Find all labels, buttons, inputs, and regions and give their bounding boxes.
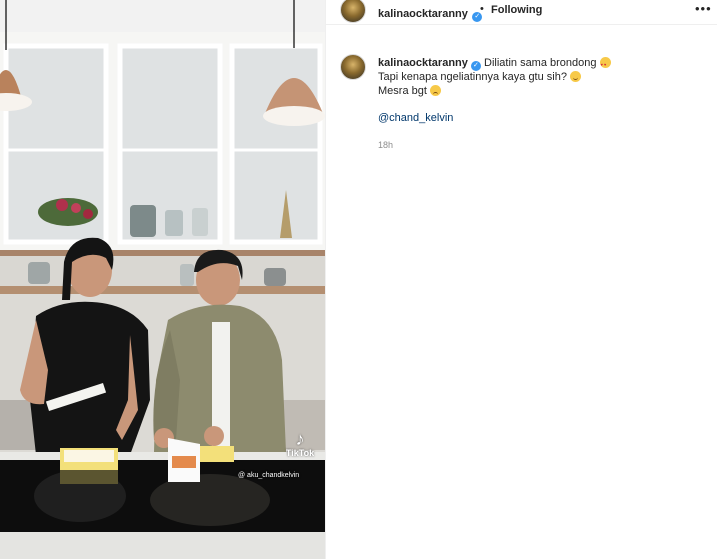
tiktok-note-icon: ♪ — [295, 429, 305, 449]
post-header: kalinaocktaranny ✓ • Following ••• — [326, 0, 717, 25]
caption-line-1: kalinaocktaranny ✓ Diliatin sama brondon… — [378, 57, 708, 72]
caption-avatar[interactable] — [340, 54, 366, 80]
caption-line-mention: @chand_kelvin — [378, 112, 708, 126]
more-options-icon[interactable]: ••• — [695, 1, 712, 16]
post-timestamp[interactable]: 18h — [378, 140, 393, 150]
caption-line-2: Tapi kenapa ngeliatinnya kaya gtu sih? — [378, 71, 708, 85]
author-username-header[interactable]: kalinaocktaranny ✓ — [378, 4, 483, 22]
smiling-emoji-icon — [570, 71, 582, 82]
caption-text-3: Mesra bgt — [378, 84, 427, 97]
username-link[interactable]: kalinaocktaranny — [378, 8, 468, 20]
verified-badge-icon: ✓ — [470, 61, 481, 71]
mention-link[interactable]: @chand_kelvin — [378, 112, 453, 124]
caption-line-3: Mesra bgt — [378, 84, 708, 99]
caption-text-2: Tapi kenapa ngeliatinnya kaya gtu sih? — [378, 71, 567, 83]
post-caption: kalinaocktaranny ✓ Diliatin sama brondon… — [378, 57, 708, 125]
caption-text-1: Diliatin sama brondong — [484, 57, 597, 69]
tiktok-brand-text: TikTok — [285, 448, 315, 458]
tiktok-logo: ♪ TikTok — [282, 430, 318, 458]
separator-dot: • — [480, 3, 484, 15]
tiktok-handle-watermark: @ aku_chandkelvin — [238, 472, 300, 479]
post-media[interactable]: ♪ TikTok @ aku_chandkelvin — [0, 0, 325, 559]
avatar[interactable] — [340, 0, 366, 23]
post-details-panel: kalinaocktaranny ✓ • Following ••• kalin… — [325, 0, 717, 559]
following-button[interactable]: Following — [491, 4, 542, 16]
caption-username-link[interactable]: kalinaocktaranny — [378, 57, 468, 69]
frowning-emoji-icon — [429, 84, 441, 96]
heart-eyes-emoji-icon — [599, 57, 611, 72]
